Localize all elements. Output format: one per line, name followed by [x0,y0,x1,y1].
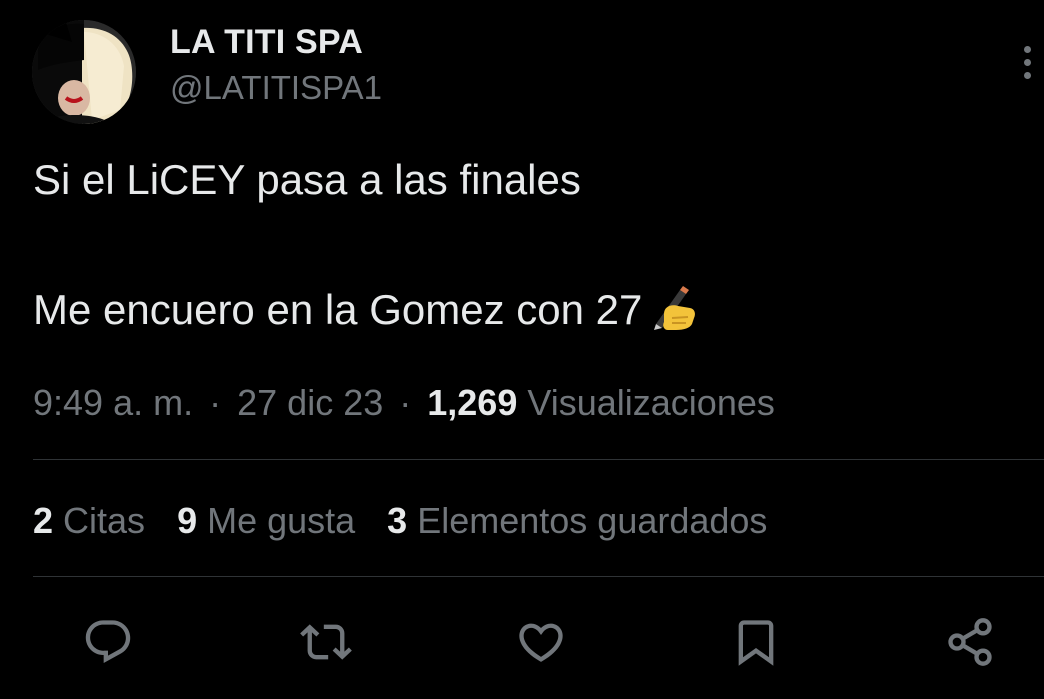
like-button[interactable] [511,612,571,672]
more-options-button[interactable] [1010,40,1044,84]
tweet-text-line-2: Me encuero en la Gomez con 27 [33,282,1013,338]
tweet-text-line-content: Me encuero en la Gomez con 27 [33,286,643,333]
avatar[interactable] [32,20,136,124]
author-display-name[interactable]: LA TITI SPA [170,20,382,64]
tweet-date[interactable]: 27 dic 23 [237,382,383,423]
likes-stat[interactable]: 9 Me gusta [177,498,355,544]
tweet-detail: LA TITI SPA @LATITISPA1 Si el LiCEY pasa… [0,0,1044,699]
tweet-text: Si el LiCEY pasa a las finales Me encuer… [33,152,1013,338]
tweet-text-line: Si el LiCEY pasa a las finales [33,156,581,203]
divider [33,576,1044,577]
share-button[interactable] [940,612,1000,672]
bookmarks-label: Elementos guardados [417,500,768,541]
likes-label: Me gusta [207,500,356,541]
quotes-count: 2 [33,500,54,541]
quotes-label: Citas [63,500,146,541]
divider [33,459,1044,460]
retweet-button[interactable] [296,612,356,672]
meta-separator: · [209,382,222,423]
avatar-image [32,20,136,124]
reply-icon [85,620,131,664]
share-icon [948,618,992,666]
bookmark-button[interactable] [726,612,786,672]
writing-hand-emoji-icon [650,284,696,344]
action-bar [0,612,1044,672]
more-dot-icon [1023,58,1031,66]
tweet-line-break [33,208,1013,282]
author-info: LA TITI SPA @LATITISPA1 [170,20,382,110]
tweet-meta: 9:49 a. m. · 27 dic 23 · 1,269 Visualiza… [33,380,775,426]
more-dot-icon [1023,71,1031,79]
tweet-stats: 2 Citas 9 Me gusta 3 Elementos guardados [33,498,767,544]
likes-count: 9 [177,500,198,541]
quotes-stat[interactable]: 2 Citas [33,498,145,544]
meta-separator: · [399,382,412,423]
reply-button[interactable] [78,612,138,672]
bookmarks-count: 3 [387,500,408,541]
views-label: Visualizaciones [527,382,775,423]
like-icon [519,623,563,662]
views-count: 1,269 [427,382,518,423]
bookmark-icon [738,620,774,666]
bookmarks-stat[interactable]: 3 Elementos guardados [387,498,767,544]
tweet-time[interactable]: 9:49 a. m. [33,382,193,423]
retweet-icon [300,624,352,660]
author-handle[interactable]: @LATITISPA1 [170,66,382,110]
more-dot-icon [1023,45,1031,53]
